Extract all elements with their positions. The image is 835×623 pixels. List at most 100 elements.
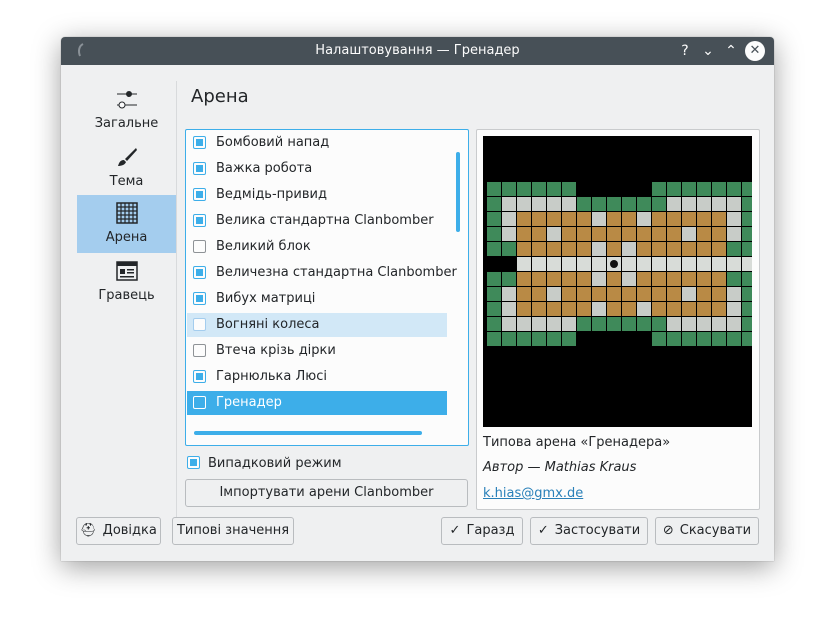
ok-button[interactable]: ✓ Гаразд bbox=[441, 517, 523, 545]
checkbox[interactable] bbox=[193, 370, 206, 383]
checkbox[interactable] bbox=[193, 214, 206, 227]
arena-tile bbox=[712, 212, 726, 226]
arena-tile bbox=[577, 197, 591, 211]
arena-tile bbox=[517, 242, 531, 256]
arena-tile bbox=[712, 287, 726, 301]
arena-tile bbox=[562, 227, 576, 241]
arena-tile bbox=[667, 317, 681, 331]
arena-tile bbox=[562, 287, 576, 301]
arena-tile bbox=[742, 257, 756, 271]
arena-tile bbox=[607, 227, 621, 241]
arena-tile bbox=[712, 302, 726, 316]
list-item[interactable]: Гарнюлька Люсі bbox=[187, 365, 447, 389]
minimize-icon[interactable]: ⌄ bbox=[698, 41, 718, 61]
list-item-selected[interactable]: Гренадер bbox=[187, 391, 447, 415]
arena-tile bbox=[742, 287, 756, 301]
list-item[interactable]: Бомбовий напад bbox=[187, 131, 447, 155]
list-item-label: Величезна стандартна Clanbomber bbox=[216, 265, 457, 280]
checkbox[interactable] bbox=[193, 344, 206, 357]
sidebar-item-player[interactable]: Гравець bbox=[77, 253, 176, 311]
sidebar-item-theme[interactable]: Тема bbox=[77, 139, 176, 197]
arena-tile bbox=[652, 212, 666, 226]
arena-tile bbox=[622, 302, 636, 316]
arena-tile bbox=[517, 212, 531, 226]
arena-tile bbox=[697, 197, 711, 211]
list-item[interactable]: Ведмідь-привид bbox=[187, 183, 447, 207]
maximize-icon[interactable]: ⌃ bbox=[721, 41, 741, 61]
defaults-button[interactable]: Типові значення bbox=[172, 517, 294, 545]
arena-tile bbox=[532, 332, 546, 346]
list-item-label: Великий блок bbox=[216, 239, 311, 254]
arena-tile bbox=[712, 257, 726, 271]
arena-tile bbox=[502, 227, 516, 241]
author-email-link[interactable]: k.hias@gmx.de bbox=[483, 486, 583, 501]
arena-tile bbox=[652, 242, 666, 256]
checkbox[interactable] bbox=[193, 136, 206, 149]
horizontal-scrollbar[interactable] bbox=[194, 431, 422, 435]
cancel-button[interactable]: ⊘ Скасувати bbox=[655, 517, 759, 545]
arena-tile bbox=[682, 227, 696, 241]
arena-preview-panel: Типова арена «Гренадера» Автор — Mathias… bbox=[476, 129, 771, 510]
checkbox[interactable] bbox=[193, 396, 206, 409]
sidebar-item-arena[interactable]: Арена bbox=[77, 195, 176, 253]
arena-tile bbox=[682, 212, 696, 226]
vertical-scrollbar[interactable] bbox=[456, 152, 460, 232]
list-item[interactable]: Важка робота bbox=[187, 157, 447, 181]
player-icon bbox=[116, 261, 138, 281]
checkbox[interactable] bbox=[193, 162, 206, 175]
arena-tile bbox=[562, 302, 576, 316]
arena-tile bbox=[577, 317, 591, 331]
arena-tile bbox=[712, 182, 726, 196]
sidebar-item-general[interactable]: Загальне bbox=[77, 81, 176, 139]
list-item[interactable]: Втеча крізь дірки bbox=[187, 339, 447, 363]
arena-tile bbox=[727, 287, 741, 301]
arena-tile bbox=[682, 257, 696, 271]
help-icon[interactable]: ? bbox=[675, 41, 695, 61]
arena-tile bbox=[607, 212, 621, 226]
list-item[interactable]: Велика стандартна Clanbomber bbox=[187, 209, 447, 233]
help-button[interactable]: ⛑ Довідка bbox=[76, 517, 161, 545]
arena-tile bbox=[622, 212, 636, 226]
arena-tile bbox=[727, 212, 741, 226]
checkbox[interactable] bbox=[193, 292, 206, 305]
arena-tile bbox=[697, 332, 711, 346]
arena-tile bbox=[667, 287, 681, 301]
arena-tile bbox=[547, 242, 561, 256]
arena-tile bbox=[712, 317, 726, 331]
arena-tile bbox=[502, 332, 516, 346]
arena-tile bbox=[742, 197, 756, 211]
arena-tile bbox=[547, 302, 561, 316]
checkbox[interactable] bbox=[193, 266, 206, 279]
list-item[interactable]: Вогняні колеса bbox=[187, 313, 447, 337]
arena-tile bbox=[727, 317, 741, 331]
brush-icon bbox=[118, 148, 137, 166]
arena-tile bbox=[652, 332, 666, 346]
import-clanbomber-button[interactable]: Імпортувати арени Clanbomber bbox=[185, 479, 468, 507]
sidebar-item-label: Гравець bbox=[98, 288, 155, 303]
arena-tile bbox=[532, 302, 546, 316]
titlebar[interactable]: Налаштовування — Гренадер ? ⌄ ⌃ ✕ bbox=[61, 37, 774, 65]
arena-tile bbox=[547, 257, 561, 271]
apply-button[interactable]: ✓ Застосувати bbox=[530, 517, 648, 545]
arena-tile bbox=[667, 182, 681, 196]
arena-tile bbox=[607, 272, 621, 286]
list-item[interactable]: Величезна стандартна Clanbomber bbox=[187, 261, 457, 285]
list-item[interactable]: Вибух матриці bbox=[187, 287, 447, 311]
arena-tile bbox=[742, 317, 756, 331]
list-item[interactable]: Великий блок bbox=[187, 235, 447, 259]
random-mode-checkbox[interactable]: Випадковий режим bbox=[187, 455, 447, 473]
checkbox[interactable] bbox=[193, 318, 206, 331]
checkbox[interactable] bbox=[187, 456, 200, 469]
close-icon[interactable]: ✕ bbox=[745, 41, 765, 61]
arena-tile bbox=[682, 182, 696, 196]
arena-tile bbox=[607, 317, 621, 331]
arena-tile bbox=[577, 242, 591, 256]
arena-tile bbox=[697, 242, 711, 256]
cancel-icon: ⊘ bbox=[662, 523, 674, 538]
checkbox[interactable] bbox=[193, 188, 206, 201]
arena-tile bbox=[622, 197, 636, 211]
list-item-label: Важка робота bbox=[216, 161, 313, 176]
checkbox[interactable] bbox=[193, 240, 206, 253]
arena-list[interactable]: Бомбовий напад Важка робота Ведмідь-прив… bbox=[185, 129, 469, 446]
arena-tile bbox=[652, 197, 666, 211]
